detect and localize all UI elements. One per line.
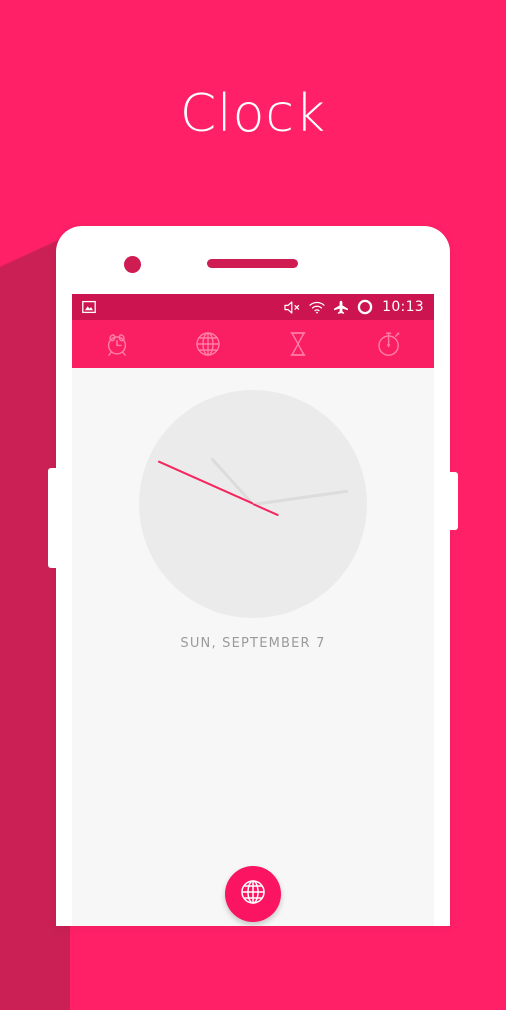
hourglass-icon bbox=[283, 329, 313, 359]
phone-power-button[interactable] bbox=[449, 472, 458, 530]
phone-screen: 10:13 SUN, SEPTEMBER 7 bbox=[72, 294, 434, 926]
tab-world-clock[interactable] bbox=[163, 320, 254, 368]
tab-timer[interactable] bbox=[253, 320, 344, 368]
tab-alarm[interactable] bbox=[72, 320, 163, 368]
screenshot-icon bbox=[82, 300, 96, 314]
volume-mute-icon bbox=[284, 300, 301, 315]
front-camera-icon bbox=[124, 256, 141, 273]
status-bar[interactable]: 10:13 bbox=[72, 294, 434, 320]
earpiece-speaker bbox=[207, 259, 298, 268]
globe-icon bbox=[193, 329, 223, 359]
status-bar-notifications bbox=[82, 300, 284, 314]
alarm-clock-icon bbox=[102, 329, 132, 359]
world-clock-content: SUN, SEPTEMBER 7 bbox=[72, 368, 434, 926]
tab-bar bbox=[72, 320, 434, 368]
page-title: Clock bbox=[179, 84, 327, 144]
status-bar-system-icons: 10:13 bbox=[284, 299, 424, 315]
add-world-clock-button[interactable] bbox=[225, 866, 281, 922]
airplane-mode-icon bbox=[333, 300, 349, 315]
status-bar-clock: 10:13 bbox=[382, 299, 424, 315]
current-date-label: SUN, SEPTEMBER 7 bbox=[180, 636, 326, 651]
wifi-icon bbox=[309, 301, 325, 314]
analog-clock bbox=[139, 390, 367, 618]
stopwatch-icon bbox=[374, 329, 404, 359]
phone-device: 10:13 SUN, SEPTEMBER 7 bbox=[48, 226, 458, 926]
tab-stopwatch[interactable] bbox=[344, 320, 435, 368]
globe-icon bbox=[238, 877, 268, 912]
battery-circle-icon bbox=[357, 299, 373, 315]
phone-volume-button[interactable] bbox=[48, 468, 57, 568]
